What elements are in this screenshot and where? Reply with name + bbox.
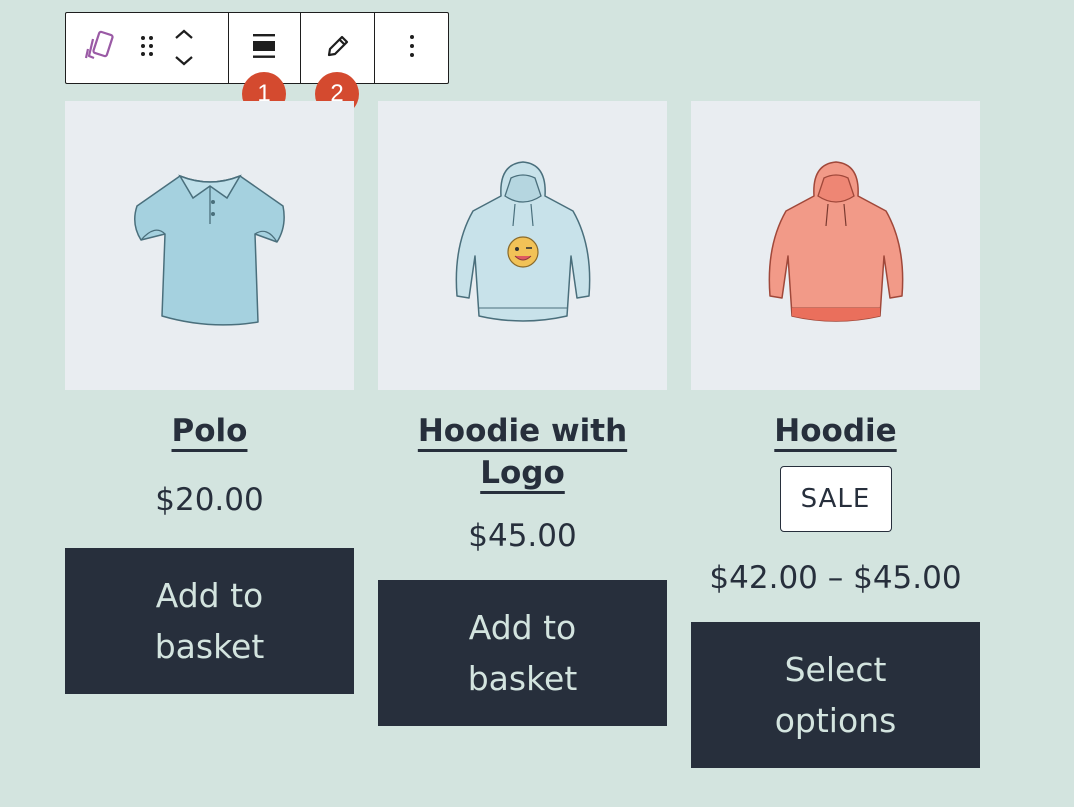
- move-buttons: [158, 13, 210, 83]
- move-down-icon: [174, 52, 194, 71]
- button-label: Select options: [774, 650, 897, 740]
- move-down-button[interactable]: [174, 52, 194, 71]
- product-title[interactable]: Polo: [172, 410, 248, 452]
- align-icon: [252, 33, 276, 63]
- pink-hoodie-image: [756, 156, 916, 335]
- product-card: Hoodie with Logo $45.00 Add to basket: [378, 101, 667, 768]
- select-options-button[interactable]: Select options: [691, 622, 980, 768]
- add-to-basket-button[interactable]: Add to basket: [378, 580, 667, 726]
- product-card: Polo $20.00 Add to basket: [65, 101, 354, 768]
- product-title[interactable]: Hoodie: [774, 410, 896, 452]
- product-price: $20.00: [155, 482, 264, 518]
- product-title[interactable]: Hoodie with Logo: [398, 410, 648, 494]
- toolbar-group-block: [66, 13, 229, 83]
- product-image-link[interactable]: [378, 101, 667, 390]
- drag-handle[interactable]: [136, 13, 158, 83]
- move-up-button[interactable]: [174, 25, 194, 44]
- block-type-icon: [84, 29, 118, 67]
- polo-shirt-image: [125, 154, 295, 338]
- align-button[interactable]: [252, 33, 276, 63]
- button-label: Add to basket: [467, 608, 578, 698]
- more-options-button[interactable]: [409, 34, 415, 62]
- product-image-link[interactable]: [65, 101, 354, 390]
- edit-button[interactable]: [326, 34, 350, 62]
- sale-badge: SALE: [779, 466, 892, 532]
- product-image-link[interactable]: [691, 101, 980, 390]
- add-to-basket-button[interactable]: Add to basket: [65, 548, 354, 694]
- product-grid: Polo $20.00 Add to basket Hoodie with Lo…: [65, 101, 980, 768]
- move-up-icon: [174, 25, 194, 44]
- block-type-button[interactable]: [66, 13, 136, 83]
- product-card: Hoodie SALE $42.00 – $45.00 Select optio…: [691, 101, 980, 768]
- button-label: Add to basket: [154, 576, 265, 666]
- more-options-icon: [409, 34, 415, 62]
- toolbar-group-more: [375, 13, 448, 83]
- drag-handle-icon: [139, 34, 155, 62]
- product-price: $45.00: [468, 518, 577, 554]
- hoodie-with-logo-image: [443, 156, 603, 335]
- edit-icon: [326, 34, 350, 62]
- product-price: $42.00 – $45.00: [709, 560, 962, 596]
